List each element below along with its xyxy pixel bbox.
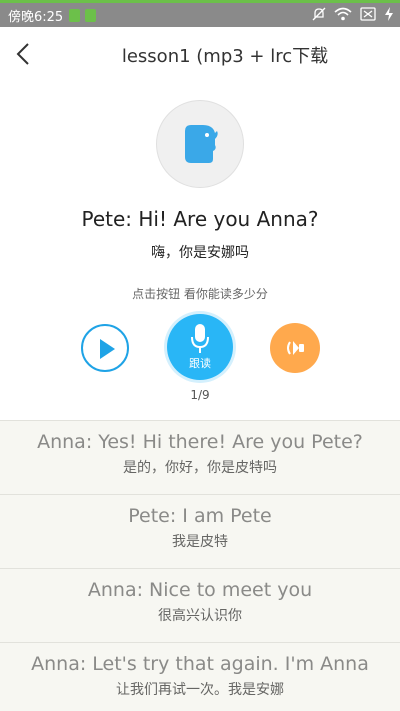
list-item[interactable]: Anna: Nice to meet you 很高兴认识你 [0, 568, 400, 642]
sentence-chinese: 是的，你好，你是皮特吗 [123, 460, 277, 476]
status-bar: 傍晚6:25 [0, 0, 400, 27]
mute-icon [312, 7, 326, 21]
play-recording-button[interactable] [270, 323, 320, 373]
list-item[interactable]: Anna: Yes! Hi there! Are you Pete? 是的，你好… [0, 420, 400, 494]
microphone-icon [191, 324, 209, 353]
current-sentence-english: Pete: Hi! Are you Anna? [81, 207, 319, 231]
current-sentence-chinese: 嗨，你是安娜吗 [151, 245, 249, 261]
avatar [156, 100, 244, 188]
follow-read-label: 跟读 [189, 357, 211, 370]
header: lesson1 (mp3 + lrc下载 [0, 27, 400, 81]
elephant-mascot-icon [185, 125, 218, 163]
sentence-english: Pete: I am Pete [128, 505, 272, 527]
battery-saver-icon [69, 9, 80, 22]
list-item[interactable]: Pete: I am Pete 我是皮特 [0, 494, 400, 568]
follow-read-button[interactable]: 跟读 [167, 314, 233, 380]
sentence-chinese: 很高兴认识你 [158, 608, 242, 624]
back-button[interactable] [12, 40, 38, 68]
hint-text: 点击按钮 看你能读多少分 [132, 287, 268, 301]
play-button[interactable] [81, 324, 129, 372]
sentence-chinese: 让我们再试一次。我是安娜 [116, 682, 284, 698]
sentence-english: Anna: Let's try that again. I'm Anna [31, 653, 369, 675]
sound-wave-icon [287, 341, 304, 355]
list-item[interactable]: Anna: Let's try that again. I'm Anna 让我们… [0, 642, 400, 711]
chevron-left-icon [16, 43, 29, 65]
sentence-list: Anna: Yes! Hi there! Are you Pete? 是的，你好… [0, 420, 400, 711]
charging-icon [385, 7, 393, 21]
sim-off-icon [360, 7, 376, 21]
status-time: 傍晚6:25 [8, 10, 64, 25]
sentence-english: Anna: Nice to meet you [87, 579, 313, 601]
sentence-progress: 1/9 [190, 388, 210, 402]
page-title: lesson1 (mp3 + lrc下载 [121, 46, 329, 67]
sentence-english: Anna: Yes! Hi there! Are you Pete? [37, 431, 363, 453]
wifi-icon [334, 7, 352, 21]
play-icon [100, 339, 115, 359]
notification-app-icon [85, 9, 96, 22]
sentence-chinese: 我是皮特 [172, 534, 228, 550]
